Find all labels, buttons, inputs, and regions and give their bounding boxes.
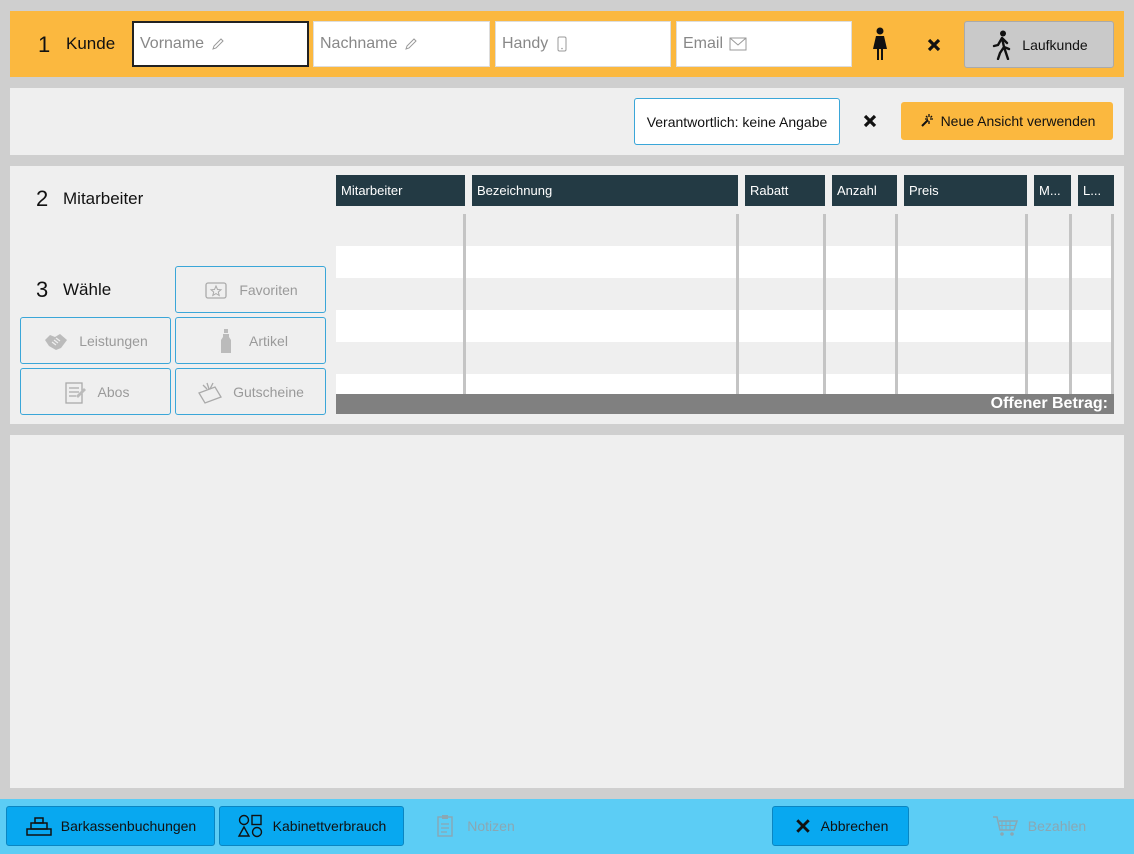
responsible-label: Verantwortlich: keine Angabe <box>646 113 828 130</box>
column-header-discount[interactable]: Rabatt <box>745 175 825 206</box>
table-row <box>336 310 1112 342</box>
column-header-employee[interactable]: Mitarbeiter <box>336 175 465 206</box>
shopping-cart-icon <box>992 816 1018 836</box>
vouchers-button[interactable]: Gutscheine <box>175 368 326 415</box>
column-divider <box>823 214 826 394</box>
cash-register-icon <box>26 817 52 836</box>
column-header-quantity[interactable]: Anzahl <box>832 175 897 206</box>
table-row <box>336 214 1112 246</box>
column-header-l[interactable]: L... <box>1078 175 1114 206</box>
female-person-icon <box>873 27 887 60</box>
pencil-icon <box>405 38 418 50</box>
services-button[interactable]: Leistungen <box>20 317 171 364</box>
column-divider <box>895 214 898 394</box>
subscription-icon <box>64 381 86 404</box>
new-view-label: Neue Ansicht verwenden <box>940 113 1096 129</box>
customer-bar: 1 Kunde Vorname Nachname Handy Email Lau… <box>10 11 1124 77</box>
email-field[interactable]: Email <box>676 21 852 67</box>
details-area <box>10 435 1124 788</box>
employee-label: Mitarbeiter <box>63 189 144 208</box>
table-body <box>336 214 1112 394</box>
cancel-label: Abbrechen <box>820 818 889 834</box>
column-divider <box>1025 214 1028 394</box>
clear-customer-button[interactable] <box>922 33 946 57</box>
column-divider <box>1111 214 1114 394</box>
articles-button[interactable]: Artikel <box>175 317 326 364</box>
envelope-icon <box>729 37 747 51</box>
walking-person-icon <box>993 30 1011 60</box>
gender-toggle-button[interactable] <box>866 26 894 62</box>
lastname-placeholder: Nachname <box>320 35 398 52</box>
booking-table: Mitarbeiter Bezeichnung Rabatt Anzahl Pr… <box>336 175 1114 414</box>
notes-label: Notizen <box>467 818 515 834</box>
mobile-field[interactable]: Handy <box>495 21 671 67</box>
subscriptions-label: Abos <box>97 383 130 400</box>
articles-label: Artikel <box>249 332 288 349</box>
handshake-icon <box>45 333 68 350</box>
close-icon <box>927 38 941 52</box>
cash-bookings-button[interactable]: Barkassenbuchungen <box>6 806 215 846</box>
column-header-description[interactable]: Bezeichnung <box>472 175 738 206</box>
close-icon <box>863 114 877 128</box>
pay-button[interactable]: Bezahlen <box>968 806 1110 846</box>
column-divider <box>463 214 466 394</box>
lastname-field[interactable]: Nachname <box>313 21 490 67</box>
step-number-employee: 2 <box>36 186 49 211</box>
new-view-button[interactable]: Neue Ansicht verwenden <box>901 102 1113 140</box>
choose-label: Wähle <box>63 280 112 299</box>
view-bar: Verantwortlich: keine Angabe Neue Ansich… <box>10 88 1124 155</box>
cash-bookings-label: Barkassenbuchungen <box>60 818 197 834</box>
open-amount-bar: Offener Betrag: <box>336 394 1114 414</box>
table-row <box>336 246 1112 278</box>
favorites-icon <box>205 281 227 299</box>
table-row <box>336 278 1112 310</box>
favorites-label: Favoriten <box>239 281 298 298</box>
phone-icon <box>557 36 567 52</box>
firstname-field[interactable]: Vorname <box>132 21 309 67</box>
step-number-customer: 1 <box>38 32 51 57</box>
bottle-icon <box>221 328 232 353</box>
vouchers-label: Gutscheine <box>233 383 304 400</box>
notes-button[interactable]: Notizen <box>418 806 528 846</box>
sparkle-icon <box>920 114 933 127</box>
shapes-icon <box>237 814 262 838</box>
table-row <box>336 374 1112 394</box>
main-panel: 2 Mitarbeiter 3 Wähle Favoriten Leistung… <box>10 166 1124 424</box>
open-amount-label: Offener Betrag: <box>990 395 1108 412</box>
customer-label: Kunde <box>66 34 116 53</box>
pencil-icon <box>212 38 224 50</box>
cabinet-consumption-button[interactable]: Kabinettverbrauch <box>219 806 404 846</box>
cabinet-consumption-label: Kabinettverbrauch <box>272 818 387 834</box>
walkin-customer-label: Laufkunde <box>1022 36 1088 53</box>
mobile-placeholder: Handy <box>502 35 549 52</box>
favorites-button[interactable]: Favoriten <box>175 266 326 313</box>
column-divider <box>736 214 739 394</box>
email-placeholder: Email <box>683 35 724 52</box>
close-icon <box>795 819 810 833</box>
cancel-button[interactable]: Abbrechen <box>772 806 909 846</box>
column-divider <box>1069 214 1072 394</box>
firstname-placeholder: Vorname <box>140 35 205 52</box>
services-label: Leistungen <box>79 332 148 349</box>
footer-bar: Barkassenbuchungen Kabinettverbrauch Not… <box>0 799 1134 854</box>
pay-label: Bezahlen <box>1027 818 1087 834</box>
clipboard-icon <box>437 815 453 837</box>
step-number-choose: 3 <box>36 277 49 302</box>
voucher-icon <box>198 382 223 404</box>
column-header-m[interactable]: M... <box>1034 175 1071 206</box>
responsible-select[interactable]: Verantwortlich: keine Angabe <box>634 98 840 145</box>
clear-responsible-button[interactable] <box>858 109 882 133</box>
subscriptions-button[interactable]: Abos <box>20 368 171 415</box>
walkin-customer-button[interactable]: Laufkunde <box>964 21 1114 68</box>
column-header-price[interactable]: Preis <box>904 175 1027 206</box>
table-row <box>336 342 1112 374</box>
